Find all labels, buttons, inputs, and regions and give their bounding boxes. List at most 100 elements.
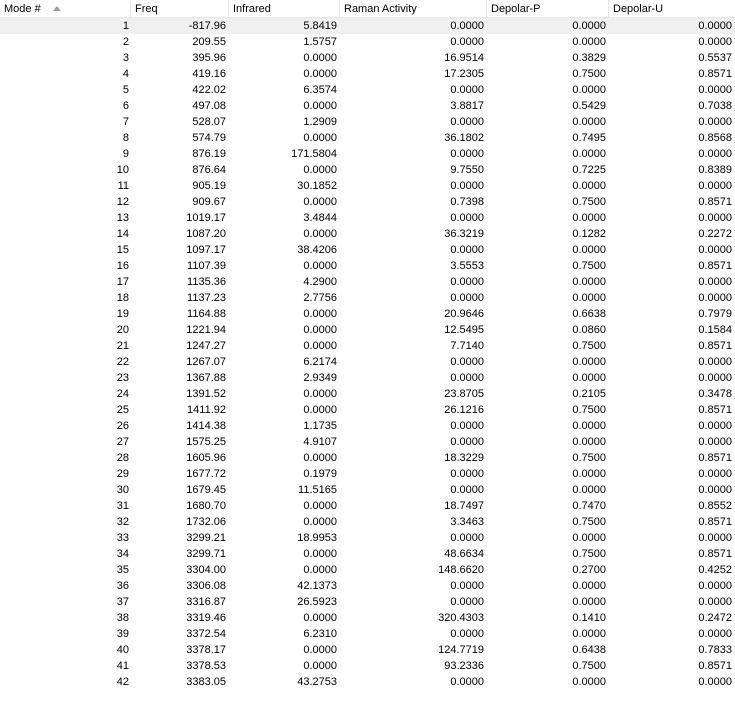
column-header-depolar-p[interactable]: Depolar-P [487, 0, 609, 18]
cell-infrared: 0.0000 [303, 516, 337, 528]
table-row[interactable]: 29 1677.72 0.1979 0.0000 0.0000 0.0000 [0, 466, 735, 482]
cell-infrared: 0.0000 [303, 68, 337, 80]
table-row[interactable]: 34 3299.71 0.0000 48.6634 0.7500 0.8571 [0, 546, 735, 562]
cell-depolar-p: 0.0000 [572, 276, 606, 288]
cell-infrared: 5.8419 [303, 20, 337, 32]
table-row[interactable]: 39 3372.54 6.2310 0.0000 0.0000 0.0000 [0, 626, 735, 642]
cell-depolar-p: 0.2700 [572, 564, 606, 576]
column-header-freq[interactable]: Freq [131, 0, 229, 18]
table-row[interactable]: 5 422.02 6.3574 0.0000 0.0000 0.0000 [0, 82, 735, 98]
table-row[interactable]: 32 1732.06 0.0000 3.3463 0.7500 0.8571 [0, 514, 735, 530]
cell-infrared: 42.1373 [297, 580, 337, 592]
cell-infrared: 171.5804 [291, 148, 337, 160]
cell-freq: 3319.46 [186, 612, 226, 624]
cell-depolar-u: 0.8571 [698, 516, 732, 528]
cell-raman-activity: 23.8705 [444, 388, 484, 400]
cell-mode: 7 [122, 116, 129, 128]
cell-depolar-p: 0.0000 [572, 356, 606, 368]
table-row[interactable]: 36 3306.08 42.1373 0.0000 0.0000 0.0000 [0, 578, 735, 594]
table-row[interactable]: 15 1097.17 38.4206 0.0000 0.0000 0.0000 [0, 242, 735, 258]
cell-infrared: 0.0000 [303, 548, 337, 560]
table-row[interactable]: 38 3319.46 0.0000 320.4303 0.1410 0.2472 [0, 610, 735, 626]
cell-depolar-p: 0.1282 [572, 228, 606, 240]
column-header-depolar-u[interactable]: Depolar-U [609, 0, 735, 18]
table-row[interactable]: 13 1019.17 3.4844 0.0000 0.0000 0.0000 [0, 210, 735, 226]
table-row[interactable]: 10 876.64 0.0000 9.7550 0.7225 0.8389 [0, 162, 735, 178]
table-row[interactable]: 35 3304.00 0.0000 148.6620 0.2700 0.4252 [0, 562, 735, 578]
cell-freq: 3372.54 [186, 628, 226, 640]
cell-raman-activity: 12.5495 [444, 324, 484, 336]
cell-infrared: 0.0000 [303, 260, 337, 272]
cell-mode: 5 [122, 84, 129, 96]
cell-depolar-p: 0.0000 [572, 84, 606, 96]
table-row[interactable]: 26 1414.38 1.1735 0.0000 0.0000 0.0000 [0, 418, 735, 434]
cell-mode: 27 [116, 436, 129, 448]
cell-depolar-p: 0.0000 [572, 372, 606, 384]
table-row[interactable]: 12 909.67 0.0000 0.7398 0.7500 0.8571 [0, 194, 735, 210]
table-row[interactable]: 18 1137.23 2.7756 0.0000 0.0000 0.0000 [0, 290, 735, 306]
cell-depolar-u: 0.8571 [698, 68, 732, 80]
column-header-mode[interactable]: Mode # [0, 0, 131, 18]
cell-raman-activity: 0.0000 [450, 244, 484, 256]
table-row[interactable]: 23 1367.88 2.9349 0.0000 0.0000 0.0000 [0, 370, 735, 386]
cell-freq: 395.96 [192, 52, 226, 64]
cell-infrared: 4.2900 [303, 276, 337, 288]
column-header-label: Mode # [4, 3, 41, 15]
cell-freq: 876.19 [192, 148, 226, 160]
cell-depolar-u: 0.2472 [698, 612, 732, 624]
cell-mode: 14 [116, 228, 129, 240]
cell-freq: 909.67 [192, 196, 226, 208]
cell-raman-activity: 0.0000 [450, 676, 484, 688]
table-row[interactable]: 41 3378.53 0.0000 93.2336 0.7500 0.8571 [0, 658, 735, 674]
table-row[interactable]: 1 -817.96 5.8419 0.0000 0.0000 0.0000 [0, 18, 735, 34]
column-header-raman-activity[interactable]: Raman Activity [340, 0, 487, 18]
cell-depolar-u: 0.0000 [698, 420, 732, 432]
table-row[interactable]: 28 1605.96 0.0000 18.3229 0.7500 0.8571 [0, 450, 735, 466]
cell-depolar-p: 0.0000 [572, 628, 606, 640]
cell-freq: 3378.53 [186, 660, 226, 672]
table-row[interactable]: 21 1247.27 0.0000 7.7140 0.7500 0.8571 [0, 338, 735, 354]
cell-depolar-p: 0.2105 [572, 388, 606, 400]
table-row[interactable]: 2 209.55 1.5757 0.0000 0.0000 0.0000 [0, 34, 735, 50]
cell-raman-activity: 17.2305 [444, 68, 484, 80]
table-row[interactable]: 8 574.79 0.0000 36.1802 0.7495 0.8568 [0, 130, 735, 146]
table-row[interactable]: 19 1164.88 0.0000 20.9646 0.6638 0.7979 [0, 306, 735, 322]
table-row[interactable]: 20 1221.94 0.0000 12.5495 0.0860 0.1584 [0, 322, 735, 338]
table-row[interactable]: 37 3316.87 26.5923 0.0000 0.0000 0.0000 [0, 594, 735, 610]
cell-infrared: 4.9107 [303, 436, 337, 448]
cell-depolar-p: 0.0000 [572, 436, 606, 448]
cell-depolar-p: 0.7500 [572, 452, 606, 464]
table-row[interactable]: 3 395.96 0.0000 16.9514 0.3829 0.5537 [0, 50, 735, 66]
table-row[interactable]: 30 1679.45 11.5165 0.0000 0.0000 0.0000 [0, 482, 735, 498]
cell-freq: 574.79 [192, 132, 226, 144]
table-row[interactable]: 7 528.07 1.2909 0.0000 0.0000 0.0000 [0, 114, 735, 130]
cell-depolar-u: 0.0000 [698, 356, 732, 368]
cell-mode: 28 [116, 452, 129, 464]
table-row[interactable]: 4 419.16 0.0000 17.2305 0.7500 0.8571 [0, 66, 735, 82]
cell-infrared: 6.3574 [303, 84, 337, 96]
column-header-infrared[interactable]: Infrared [229, 0, 340, 18]
table-row[interactable]: 42 3383.05 43.2753 0.0000 0.0000 0.0000 [0, 674, 735, 690]
table-row[interactable]: 9 876.19 171.5804 0.0000 0.0000 0.0000 [0, 146, 735, 162]
table-row[interactable]: 17 1135.36 4.2900 0.0000 0.0000 0.0000 [0, 274, 735, 290]
table-row[interactable]: 24 1391.52 0.0000 23.8705 0.2105 0.3478 [0, 386, 735, 402]
cell-freq: 422.02 [192, 84, 226, 96]
cell-raman-activity: 9.7550 [450, 164, 484, 176]
cell-depolar-u: 0.8571 [698, 196, 732, 208]
cell-mode: 25 [116, 404, 129, 416]
cell-mode: 40 [116, 644, 129, 656]
table-row[interactable]: 11 905.19 30.1852 0.0000 0.0000 0.0000 [0, 178, 735, 194]
table-row[interactable]: 25 1411.92 0.0000 26.1216 0.7500 0.8571 [0, 402, 735, 418]
table-row[interactable]: 22 1267.07 6.2174 0.0000 0.0000 0.0000 [0, 354, 735, 370]
table-row[interactable]: 6 497.08 0.0000 3.8817 0.5429 0.7038 [0, 98, 735, 114]
table-row[interactable]: 40 3378.17 0.0000 124.7719 0.6438 0.7833 [0, 642, 735, 658]
table-row[interactable]: 27 1575.25 4.9107 0.0000 0.0000 0.0000 [0, 434, 735, 450]
cell-depolar-p: 0.7225 [572, 164, 606, 176]
table-row[interactable]: 14 1087.20 0.0000 36.3219 0.1282 0.2272 [0, 226, 735, 242]
cell-raman-activity: 0.0000 [450, 532, 484, 544]
cell-freq: 1411.92 [187, 404, 226, 416]
cell-raman-activity: 0.0000 [450, 372, 484, 384]
table-row[interactable]: 31 1680.70 0.0000 18.7497 0.7470 0.8552 [0, 498, 735, 514]
table-row[interactable]: 16 1107.39 0.0000 3.5553 0.7500 0.8571 [0, 258, 735, 274]
table-row[interactable]: 33 3299.21 18.9953 0.0000 0.0000 0.0000 [0, 530, 735, 546]
